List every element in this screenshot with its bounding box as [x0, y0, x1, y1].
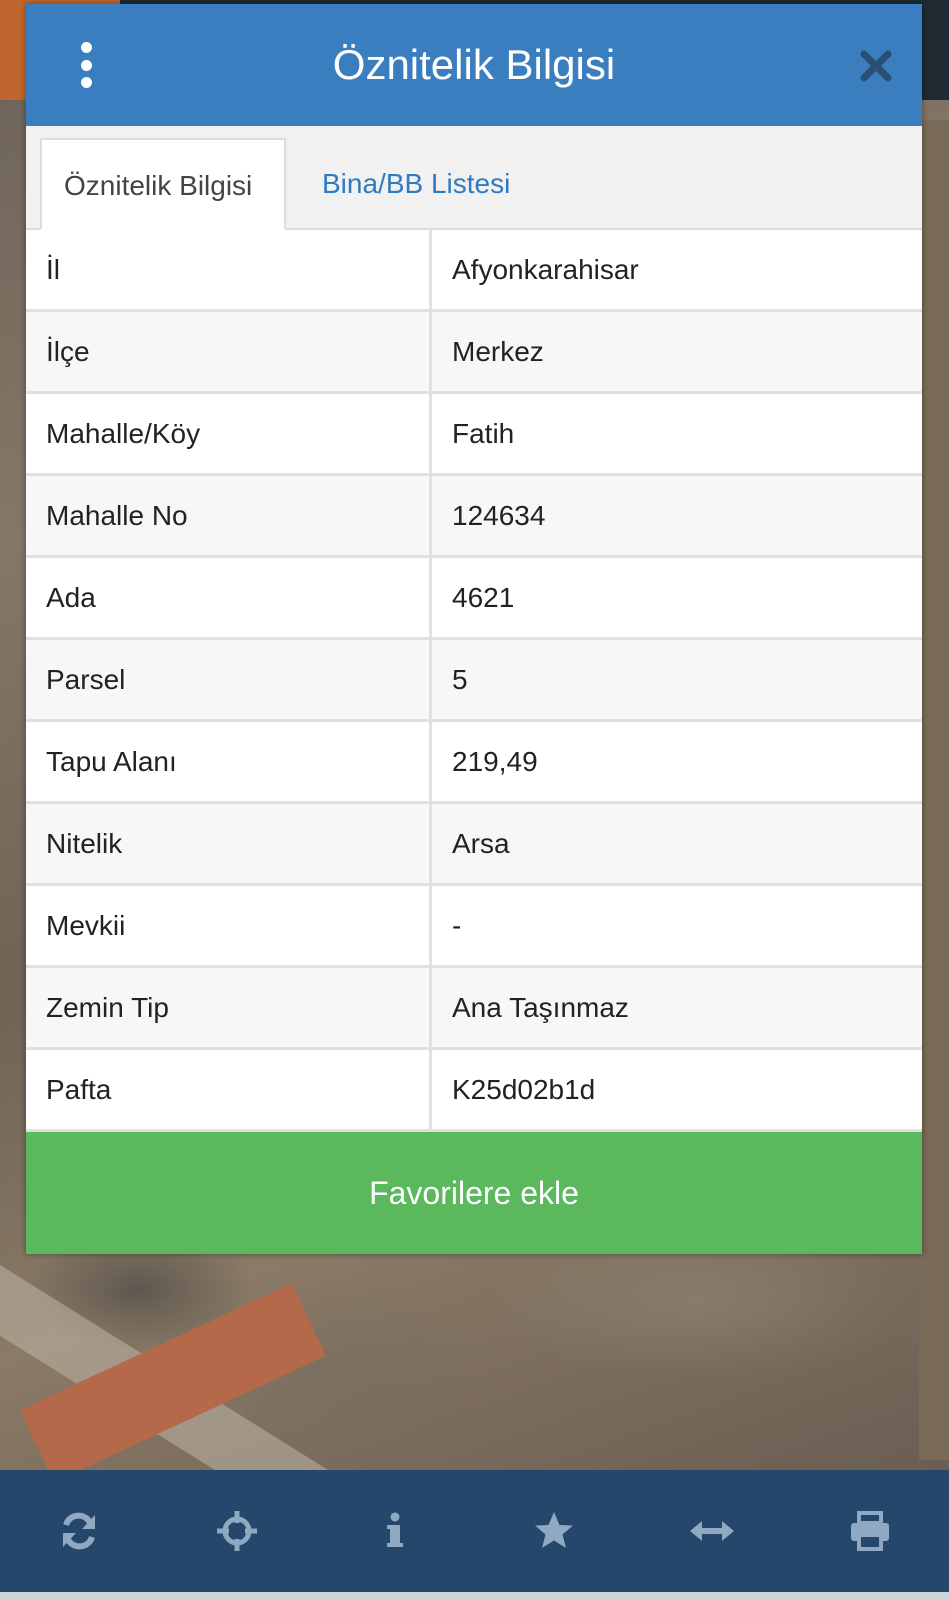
table-row: Zemin Tip Ana Taşınmaz: [26, 968, 922, 1050]
attribute-key: İl: [26, 230, 432, 309]
table-row: Ada 4621: [26, 558, 922, 640]
refresh-button[interactable]: [39, 1491, 119, 1571]
measure-button[interactable]: [672, 1491, 752, 1571]
table-row: Parsel 5: [26, 640, 922, 722]
attribute-value: K25d02b1d: [452, 1074, 596, 1105]
table-row: İl Afyonkarahisar: [26, 230, 922, 312]
attribute-value: Arsa: [452, 828, 510, 859]
bottom-toolbar: [0, 1470, 949, 1592]
table-row: Tapu Alanı 219,49: [26, 722, 922, 804]
info-button[interactable]: [355, 1491, 435, 1571]
attribute-key: Nitelik: [26, 804, 432, 883]
attribute-value: Merkez: [452, 336, 544, 367]
attribute-value: -: [452, 910, 462, 941]
print-button[interactable]: [830, 1491, 910, 1571]
table-row: Mahalle No 124634: [26, 476, 922, 558]
tab-building-list[interactable]: Bina/BB Listesi: [300, 138, 532, 230]
favorites-button[interactable]: [514, 1491, 594, 1571]
attribute-value: 4621: [452, 582, 515, 613]
dialog-header: Öznitelik Bilgisi: [26, 4, 922, 126]
attribute-value: 124634: [452, 500, 546, 531]
dialog-title: Öznitelik Bilgisi: [332, 41, 616, 88]
close-icon[interactable]: [858, 48, 894, 84]
locate-button[interactable]: [197, 1491, 277, 1571]
tab-bar: Öznitelik Bilgisi Bina/BB Listesi: [26, 126, 922, 230]
attribute-key: Ada: [26, 558, 432, 637]
table-row: Mahalle/Köy Fatih: [26, 394, 922, 476]
attribute-key: Mahalle No: [26, 476, 432, 555]
dot: [80, 59, 92, 71]
print-icon: [850, 1511, 889, 1551]
attribute-key: Zemin Tip: [26, 968, 432, 1047]
info-icon: [387, 1512, 404, 1547]
dot: [80, 77, 92, 88]
attribute-value: Ana Taşınmaz: [452, 992, 629, 1023]
refresh-icon: [63, 1512, 96, 1550]
add-to-favorites-button[interactable]: Favorilere ekle: [26, 1132, 922, 1254]
table-row: Nitelik Arsa: [26, 804, 922, 886]
map-area: [919, 120, 949, 1460]
home-indicator-area: [0, 1592, 949, 1600]
tab-attribute-info[interactable]: Öznitelik Bilgisi: [40, 138, 286, 230]
attribute-info-dialog: Öznitelik Bilgisi Öznitelik Bilgisi Bina…: [26, 4, 922, 1254]
attribute-key: Tapu Alanı: [26, 722, 432, 801]
attribute-key: Parsel: [26, 640, 432, 719]
attribute-table: İl Afyonkarahisar İlçe Merkez Mahalle/Kö…: [26, 230, 922, 1132]
table-row: Pafta K25d02b1d: [26, 1050, 922, 1132]
more-options-icon[interactable]: [74, 42, 98, 88]
attribute-key: Mevkii: [26, 886, 432, 965]
attribute-key: Mahalle/Köy: [26, 394, 432, 473]
table-row: Mevkii -: [26, 886, 922, 968]
attribute-value: 5: [452, 664, 468, 695]
attribute-key: İlçe: [26, 312, 432, 391]
attribute-value: Afyonkarahisar: [452, 254, 639, 285]
table-row: İlçe Merkez: [26, 312, 922, 394]
star-icon: [534, 1512, 573, 1548]
dot: [80, 42, 92, 53]
attribute-value: Fatih: [452, 418, 515, 449]
horizontal-arrows-icon: [689, 1521, 734, 1541]
attribute-value: 219,49: [452, 746, 538, 777]
crosshair-icon: [217, 1511, 258, 1551]
attribute-key: Pafta: [26, 1050, 432, 1129]
